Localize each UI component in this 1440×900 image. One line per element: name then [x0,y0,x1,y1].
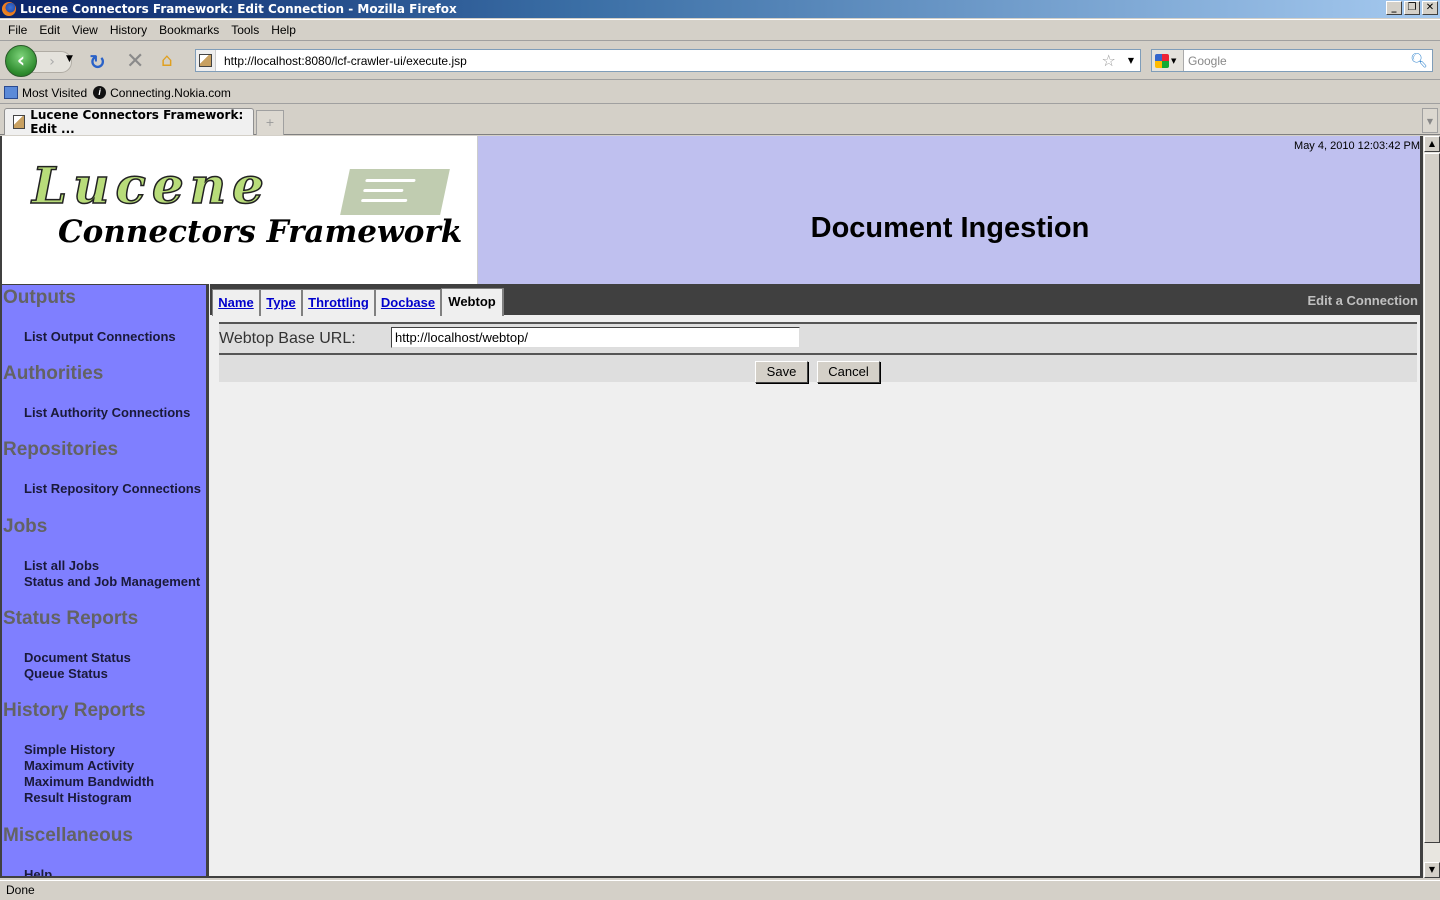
save-button[interactable]: Save [755,361,808,383]
google-icon [1155,53,1169,68]
browser-tab-strip: Lucene Connectors Framework: Edit ... + … [0,105,1440,136]
page-banner: Lucene Connectors Framework May 4, 2010 … [2,136,1420,284]
menu-history[interactable]: History [104,23,153,37]
vertical-scrollbar[interactable]: ▲ ▼ [1422,136,1440,878]
reload-icon[interactable]: ↻ [89,50,106,74]
page-title: Document Ingestion [810,212,1090,244]
home-icon[interactable]: ⌂ [161,50,172,71]
menu-file[interactable]: File [2,23,33,37]
sidebar-section-miscellaneous: Miscellaneous [3,825,133,846]
scroll-up-icon[interactable]: ▲ [1424,136,1440,152]
firefox-icon [2,2,16,16]
browser-tab-label: Lucene Connectors Framework: Edit ... [30,108,244,136]
close-button[interactable]: ✕ [1422,1,1438,15]
tab-throttling[interactable]: Throttling [302,289,375,316]
back-button[interactable]: ‹ [5,45,37,77]
stop-icon[interactable]: ✕ [126,49,144,74]
tab-type[interactable]: Type [260,289,302,316]
menu-help[interactable]: Help [265,23,302,37]
search-box[interactable]: ▼ Google 🔍︎ [1151,49,1433,72]
sidebar-section-outputs: Outputs [3,287,76,308]
page-label: Edit a Connection [1307,293,1419,308]
menu-bookmarks[interactable]: Bookmarks [153,23,225,37]
sidebar-section-status-reports: Status Reports [3,608,139,629]
sidebar-section-repositories: Repositories [3,439,119,460]
sidebar-link-list-output-connections[interactable]: List Output Connections [24,329,176,344]
divider [219,322,1417,324]
main-content: Name Type Throttling Docbase Webtop Edit… [210,284,1420,876]
tab-docbase[interactable]: Docbase [375,289,441,316]
menu-bar: File Edit View History Bookmarks Tools H… [0,19,1440,41]
divider [219,353,1417,355]
sidebar-section-authorities: Authorities [3,363,104,384]
browser-tab[interactable]: Lucene Connectors Framework: Edit ... [4,108,254,136]
sidebar-link-list-repository-connections[interactable]: List Repository Connections [24,481,201,496]
sidebar-link-simple-history[interactable]: Simple History [24,742,115,757]
header-panel: May 4, 2010 12:03:42 PM Document Ingesti… [478,136,1420,284]
window-title: Lucene Connectors Framework: Edit Connec… [20,2,457,16]
timestamp: May 4, 2010 12:03:42 PM [1294,140,1420,152]
address-bar[interactable]: http://localhost:8080/lcf-crawler-ui/exe… [195,49,1141,72]
tab-favicon [13,115,26,129]
search-engine-selector[interactable]: ▼ [1152,50,1184,71]
bookmarks-toolbar: Most Visited i Connecting.Nokia.com [0,82,1440,104]
menu-view[interactable]: View [66,23,104,37]
menu-edit[interactable]: Edit [33,23,66,37]
webtop-base-url-input[interactable]: http://localhost/webtop/ [391,327,800,348]
sidebar: Outputs List Output Connections Authorit… [2,284,209,876]
menu-tools[interactable]: Tools [225,23,265,37]
bookmark-most-visited[interactable]: Most Visited [4,86,87,100]
restore-button[interactable]: ❐ [1404,1,1420,15]
scroll-down-icon[interactable]: ▼ [1424,862,1440,878]
logo-subtitle: Connectors Framework [58,214,463,250]
info-icon: i [93,86,107,99]
status-bar: Done [0,880,1440,900]
page-viewport: Lucene Connectors Framework May 4, 2010 … [0,136,1422,878]
tab-list-button[interactable]: ▼ [1422,108,1438,133]
sidebar-link-maximum-bandwidth[interactable]: Maximum Bandwidth [24,774,154,789]
minimize-button[interactable]: _ [1386,1,1402,15]
webtop-base-url-label: Webtop Base URL: [219,330,356,347]
window-titlebar: Lucene Connectors Framework: Edit Connec… [0,0,1440,18]
search-input[interactable]: Google [1184,54,1410,68]
site-favicon [196,50,216,71]
lcf-logo: Lucene Connectors Framework [2,136,478,284]
folder-icon [4,86,18,99]
sidebar-link-help[interactable]: Help [24,867,52,876]
connection-tab-bar: Name Type Throttling Docbase Webtop Edit… [210,284,1420,316]
scrollbar-thumb[interactable] [1424,153,1440,843]
sidebar-section-jobs: Jobs [3,516,48,537]
connection-form: Webtop Base URL: http://localhost/webtop… [219,322,1417,383]
url-input[interactable]: http://localhost:8080/lcf-crawler-ui/exe… [216,54,1102,68]
sidebar-link-queue-status[interactable]: Queue Status [24,666,108,681]
sidebar-link-maximum-activity[interactable]: Maximum Activity [24,758,134,773]
bookmark-connecting-nokia[interactable]: i Connecting.Nokia.com [93,86,231,100]
cancel-button[interactable]: Cancel [817,361,880,383]
history-dropdown-icon[interactable]: ▼ [66,54,73,64]
tab-webtop[interactable]: Webtop [441,288,504,316]
sidebar-link-list-authority-connections[interactable]: List Authority Connections [24,405,190,420]
sidebar-link-result-histogram[interactable]: Result Histogram [24,790,132,805]
bookmark-star-icon[interactable]: ☆ [1102,51,1116,70]
tab-name[interactable]: Name [212,289,260,316]
search-icon[interactable]: 🔍︎ [1410,53,1428,69]
navigation-toolbar: › ‹ ▼ ↻ ✕ ⌂ http://localhost:8080/lcf-cr… [0,42,1440,80]
logo-lucene-text: Lucene [31,156,270,215]
new-tab-button[interactable]: + [256,110,284,135]
sidebar-section-history-reports: History Reports [3,700,146,721]
sidebar-link-status-job-management[interactable]: Status and Job Management [24,574,200,589]
sidebar-link-document-status[interactable]: Document Status [24,650,131,665]
logo-feather-icon [340,169,450,215]
sidebar-link-list-all-jobs[interactable]: List all Jobs [24,558,99,573]
url-dropdown-icon[interactable]: ▼ [1128,56,1134,65]
